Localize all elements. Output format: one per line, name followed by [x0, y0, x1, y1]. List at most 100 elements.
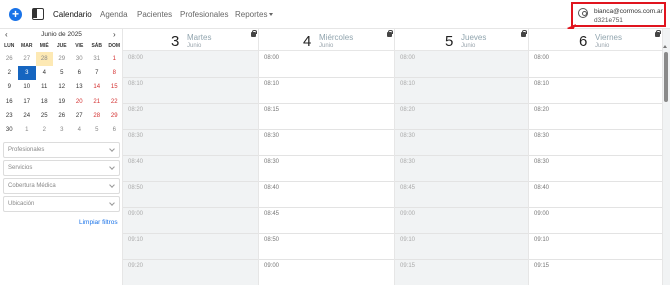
time-slot[interactable]: 08:30 — [395, 130, 528, 156]
lock-icon[interactable] — [521, 30, 527, 37]
calendar-day[interactable]: 29 — [53, 52, 71, 66]
calendar-day[interactable]: 31 — [88, 52, 106, 66]
day-column-header[interactable]: 3 Martes Junio — [123, 29, 258, 51]
time-slot[interactable]: 09:20 — [123, 260, 258, 285]
time-slot[interactable]: 08:40 — [529, 182, 662, 208]
scroll-thumb[interactable] — [663, 52, 668, 102]
time-slot[interactable]: 09:00 — [395, 208, 528, 234]
sidebar-toggle-icon[interactable] — [32, 8, 44, 20]
calendar-day[interactable]: 8 — [106, 66, 124, 80]
time-slot[interactable]: 09:00 — [259, 260, 394, 285]
time-slot[interactable]: 08:30 — [529, 130, 662, 156]
calendar-day[interactable]: 22 — [106, 95, 124, 109]
calendar-day[interactable]: 1 — [18, 123, 36, 137]
calendar-day[interactable]: 7 — [88, 66, 106, 80]
time-slot[interactable]: 08:10 — [123, 78, 258, 104]
calendar-day[interactable]: 25 — [36, 109, 54, 123]
calendar-day[interactable]: 27 — [71, 109, 89, 123]
calendar-day[interactable]: 13 — [71, 80, 89, 94]
calendar-day[interactable]: 12 — [53, 80, 71, 94]
scroll-up-icon[interactable] — [663, 45, 667, 48]
time-slot[interactable]: 09:00 — [123, 208, 258, 234]
time-slot[interactable]: 08:45 — [395, 182, 528, 208]
filter-professionals[interactable]: Profesionales — [3, 142, 120, 158]
calendar-day[interactable]: 3 — [53, 123, 71, 137]
time-slot[interactable]: 09:00 — [529, 208, 662, 234]
calendar-day[interactable]: 17 — [18, 95, 36, 109]
time-slot[interactable]: 08:30 — [259, 130, 394, 156]
time-slot[interactable]: 08:20 — [529, 104, 662, 130]
calendar-day[interactable]: 26 — [53, 109, 71, 123]
calendar-day[interactable]: 30 — [1, 123, 19, 137]
calendar-day[interactable]: 6 — [71, 66, 89, 80]
calendar-day[interactable]: 24 — [18, 109, 36, 123]
calendar-day[interactable]: 28 — [35, 52, 53, 66]
clear-filters-link[interactable]: Limpiar filtros — [79, 219, 118, 226]
calendar-day[interactable]: 4 — [36, 66, 54, 80]
next-month-button[interactable]: › — [113, 30, 116, 39]
time-slot[interactable]: 08:20 — [395, 104, 528, 130]
day-column-header[interactable]: 4 Miércoles Junio — [259, 29, 394, 51]
time-slot[interactable]: 08:00 — [395, 52, 528, 78]
add-icon[interactable]: + — [9, 8, 22, 21]
calendar-day[interactable]: 20 — [71, 95, 89, 109]
calendar-day[interactable]: 14 — [88, 80, 106, 94]
user-menu[interactable]: bianca@cormos.com.ar d321e751 — [571, 2, 666, 27]
time-slot[interactable]: 08:40 — [123, 156, 258, 182]
calendar-day[interactable]: 6 — [106, 123, 124, 137]
calendar-day[interactable]: 16 — [1, 95, 19, 109]
calendar-day[interactable]: 18 — [36, 95, 54, 109]
time-slot[interactable]: 08:20 — [123, 104, 258, 130]
calendar-day[interactable]: 10 — [18, 80, 36, 94]
nav-calendario[interactable]: Calendario — [53, 10, 92, 19]
calendar-day[interactable]: 26 — [1, 52, 19, 66]
day-column-header[interactable]: 5 Jueves Junio — [395, 29, 528, 51]
calendar-day[interactable]: 23 — [1, 109, 19, 123]
calendar-day[interactable]: 29 — [106, 109, 124, 123]
nav-profesionales[interactable]: Profesionales — [180, 10, 228, 19]
calendar-day[interactable]: 2 — [1, 66, 19, 80]
calendar-day[interactable]: 30 — [71, 52, 89, 66]
time-slot[interactable]: 08:10 — [259, 78, 394, 104]
calendar-day[interactable]: 5 — [53, 66, 71, 80]
time-slot[interactable]: 09:15 — [395, 260, 528, 285]
day-column-header[interactable]: 6 Viernes Junio — [529, 29, 662, 51]
calendar-day[interactable]: 27 — [18, 52, 36, 66]
time-slot[interactable]: 08:10 — [529, 78, 662, 104]
time-slot[interactable]: 08:10 — [395, 78, 528, 104]
filter-location[interactable]: Ubicación — [3, 196, 120, 212]
filter-coverage[interactable]: Cobertura Médica — [3, 178, 120, 194]
nav-agenda[interactable]: Agenda — [100, 10, 128, 19]
time-slot[interactable]: 09:10 — [529, 234, 662, 260]
scrollbar[interactable] — [663, 45, 668, 285]
calendar-day[interactable]: 2 — [36, 123, 54, 137]
time-slot[interactable]: 08:30 — [123, 130, 258, 156]
calendar-day[interactable]: 4 — [71, 123, 89, 137]
time-slot[interactable]: 08:15 — [259, 104, 394, 130]
time-slot[interactable]: 08:30 — [259, 156, 394, 182]
lock-icon[interactable] — [655, 30, 661, 37]
time-slot[interactable]: 08:50 — [123, 182, 258, 208]
calendar-day[interactable]: 11 — [36, 80, 54, 94]
time-slot[interactable]: 09:10 — [123, 234, 258, 260]
time-slot[interactable]: 08:00 — [123, 52, 258, 78]
lock-icon[interactable] — [387, 30, 393, 37]
calendar-day[interactable]: 28 — [88, 109, 106, 123]
calendar-day[interactable]: 19 — [53, 95, 71, 109]
calendar-day[interactable]: 5 — [88, 123, 106, 137]
time-slot[interactable]: 08:30 — [395, 156, 528, 182]
calendar-day[interactable]: 21 — [88, 95, 106, 109]
calendar-day[interactable]: 3 — [18, 66, 36, 81]
time-slot[interactable]: 08:30 — [529, 156, 662, 182]
calendar-day[interactable]: 1 — [106, 52, 124, 66]
nav-pacientes[interactable]: Pacientes — [137, 10, 172, 19]
filter-services[interactable]: Servicios — [3, 160, 120, 176]
calendar-day[interactable]: 9 — [1, 80, 19, 94]
time-slot[interactable]: 08:00 — [529, 52, 662, 78]
time-slot[interactable]: 09:10 — [395, 234, 528, 260]
time-slot[interactable]: 09:15 — [529, 260, 662, 285]
calendar-day[interactable]: 15 — [106, 80, 124, 94]
nav-reportes[interactable]: Reportes — [235, 10, 274, 19]
time-slot[interactable]: 08:00 — [259, 52, 394, 78]
time-slot[interactable]: 08:50 — [259, 234, 394, 260]
